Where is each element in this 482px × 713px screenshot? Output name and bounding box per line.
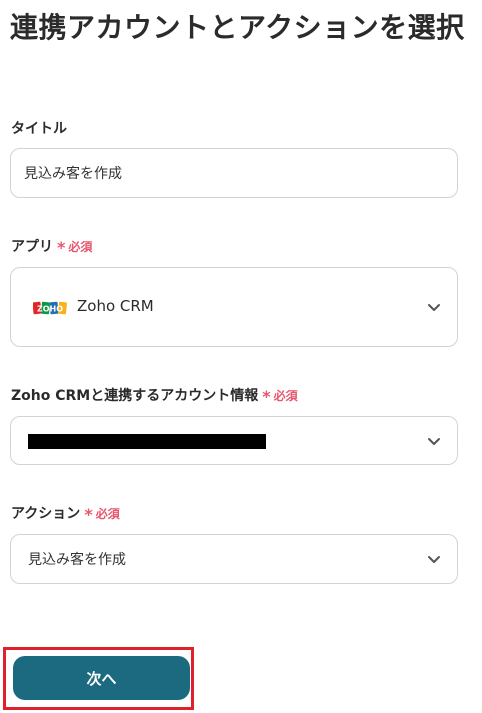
account-select[interactable] (10, 416, 458, 465)
app-select-value: Zoho CRM (77, 297, 154, 315)
chevron-down-icon (428, 437, 440, 445)
zoho-logo-text: ZOHO (37, 305, 63, 314)
required-text: 必須 (95, 507, 120, 521)
app-select[interactable]: ZOHO Zoho CRM (10, 267, 458, 347)
title-input[interactable]: 見込み客を作成 (10, 148, 458, 198)
next-button[interactable]: 次へ (13, 656, 190, 700)
page-title: 連携アカウントとアクションを選択 (10, 11, 465, 44)
chevron-down-icon (428, 556, 440, 563)
title-field-label: タイトル (11, 118, 67, 138)
account-field-label: Zoho CRMと連携するアカウント情報 * 必須 (11, 385, 298, 406)
page: 連携アカウントとアクションを選択 タイトル 見込み客を作成 アプリ * 必須 ZOH… (0, 0, 482, 713)
action-select[interactable]: 見込み客を作成 (10, 534, 458, 584)
app-field-label: アプリ * 必須 (11, 236, 93, 257)
redacted-account-value (28, 434, 266, 449)
required-text: 必須 (68, 240, 93, 254)
next-button-highlight: 次へ (3, 647, 194, 710)
required-badge: * 必須 (57, 238, 93, 257)
app-label-text: アプリ (11, 239, 53, 255)
action-label-text: アクション (11, 506, 81, 522)
action-select-value: 見込み客を作成 (28, 552, 126, 568)
account-label-text: Zoho CRMと連携するアカウント情報 (11, 388, 259, 404)
required-text: 必須 (273, 389, 298, 403)
chevron-down-icon (428, 304, 440, 311)
required-badge: * 必須 (262, 387, 298, 406)
title-input-value: 見込み客を作成 (24, 166, 122, 182)
zoho-logo-icon: ZOHO (33, 301, 67, 315)
action-field-label: アクション * 必須 (11, 503, 120, 524)
title-label-text: タイトル (11, 121, 67, 137)
required-badge: * 必須 (84, 505, 120, 524)
